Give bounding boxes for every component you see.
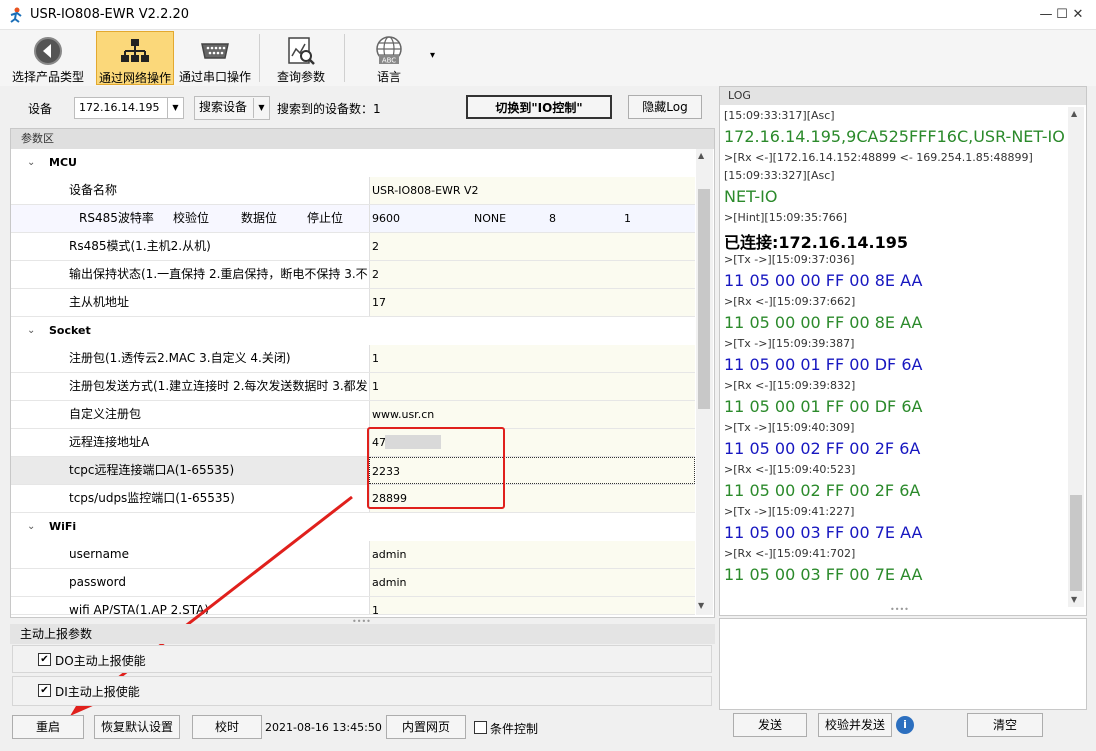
log-data-line: 11 05 00 00 FF 00 8E AA: [724, 271, 923, 290]
condition-control-checkbox[interactable]: [474, 721, 487, 734]
splitter-grip-icon[interactable]: ••••: [890, 605, 909, 614]
log-send-input[interactable]: [719, 618, 1087, 710]
log-data-line: 11 05 00 01 FF 00 DF 6A: [724, 397, 923, 416]
log-scrollbar[interactable]: ▲ ▼: [1068, 107, 1084, 607]
log-header: LOG: [720, 87, 1086, 105]
log-meta-line: >[Rx <-][172.16.14.152:48899 <- 169.254.…: [724, 151, 1033, 164]
log-data-line: 11 05 00 03 FF 00 7E AA: [724, 565, 923, 584]
log-meta-line: >[Hint][15:09:35:766]: [724, 211, 848, 224]
log-data-line: 172.16.14.195,9CA525FFF16C,USR-NET-IO,17: [724, 127, 1066, 146]
di-report-checkbox[interactable]: ✔: [38, 684, 51, 697]
send-button[interactable]: 发送: [733, 713, 807, 737]
log-data-line: 11 05 00 01 FF 00 DF 6A: [724, 355, 923, 374]
log-meta-line: >[Rx <-][15:09:37:662]: [724, 295, 856, 308]
scroll-up-icon[interactable]: ▲: [1071, 109, 1077, 118]
log-meta-line: >[Tx ->][15:09:41:227]: [724, 505, 855, 518]
log-data-line: 已连接:172.16.14.195: [724, 233, 908, 252]
log-meta-line: [15:09:33:327][Asc]: [724, 169, 835, 182]
log-content[interactable]: [15:09:33:317][Asc] 172.16.14.195,9CA525F…: [720, 107, 1066, 597]
verify-send-button[interactable]: 校验并发送: [818, 713, 892, 737]
di-report-label: DI主动上报使能: [55, 685, 140, 699]
info-icon[interactable]: i: [896, 716, 914, 734]
log-meta-line: >[Rx <-][15:09:41:702]: [724, 547, 856, 560]
log-data-line: 11 05 00 02 FF 00 2F 6A: [724, 481, 921, 500]
log-data-line: 11 05 00 02 FF 00 2F 6A: [724, 439, 921, 458]
di-report-row: ✔ DI主动上报使能: [12, 676, 712, 706]
log-meta-line: [15:09:33:317][Asc]: [724, 109, 835, 122]
restart-button[interactable]: 重启: [12, 715, 84, 739]
log-meta-line: >[Rx <-][15:09:39:832]: [724, 379, 856, 392]
log-data-line: 11 05 00 00 FF 00 8E AA: [724, 313, 923, 332]
builtin-webpage-button[interactable]: 内置网页: [386, 715, 466, 739]
condition-control-label: 条件控制: [490, 722, 539, 736]
log-data-line: NET-IO: [724, 187, 778, 206]
log-panel: LOG [15:09:33:317][Asc] 172.16.14.195,9CA…: [719, 86, 1087, 616]
log-meta-line: >[Tx ->][15:09:40:309]: [724, 421, 855, 434]
restore-defaults-button[interactable]: 恢复默认设置: [94, 715, 180, 739]
do-report-label: DO主动上报使能: [55, 654, 146, 668]
log-data-line: 11 05 00 03 FF 00 7E AA: [724, 523, 923, 542]
do-report-checkbox[interactable]: ✔: [38, 653, 51, 666]
log-meta-line: >[Rx <-][15:09:40:523]: [724, 463, 856, 476]
auto-report-header: 主动上报参数: [10, 624, 715, 644]
datetime-display: 2021-08-16 13:45:50 1: [265, 721, 393, 734]
scroll-down-icon[interactable]: ▼: [1071, 595, 1077, 604]
sync-time-button[interactable]: 校时: [192, 715, 262, 739]
scrollbar-thumb[interactable]: [1070, 495, 1082, 591]
log-meta-line: >[Tx ->][15:09:37:036]: [724, 253, 855, 266]
clear-log-button[interactable]: 清空: [967, 713, 1043, 737]
log-meta-line: >[Tx ->][15:09:39:387]: [724, 337, 855, 350]
do-report-row: ✔ DO主动上报使能: [12, 645, 712, 673]
